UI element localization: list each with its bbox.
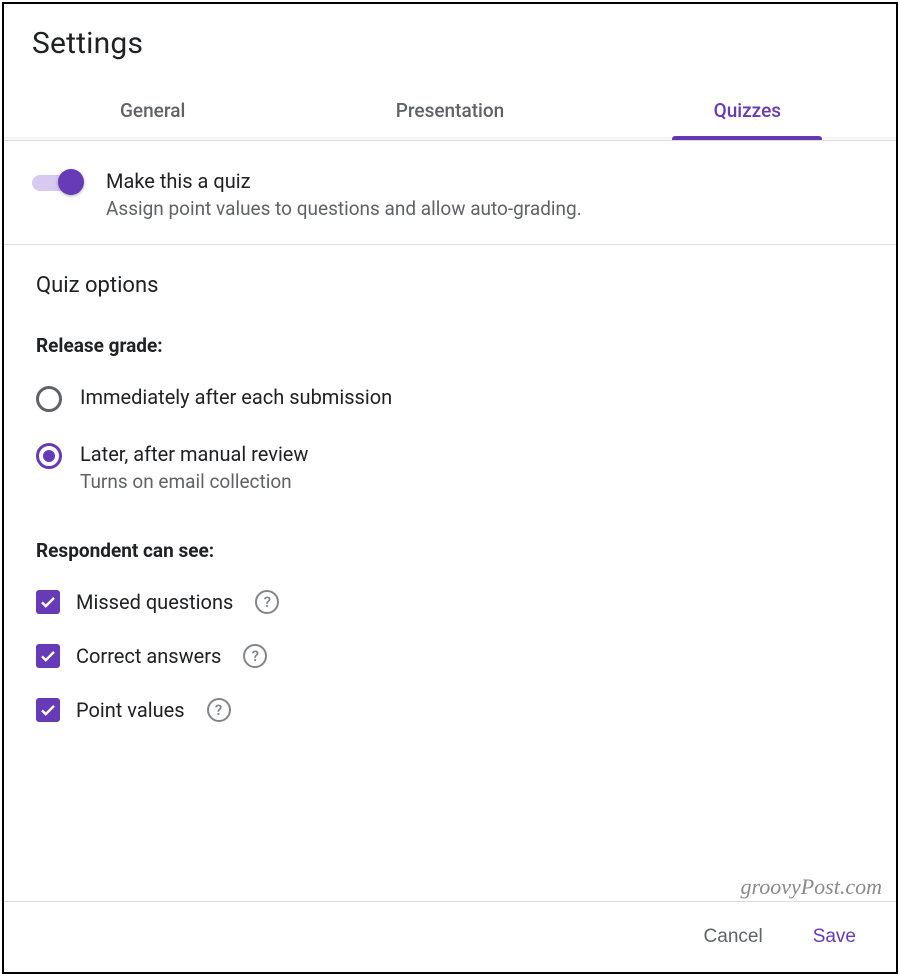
toggle-subtitle: Assign point values to questions and all… [106,197,582,220]
content-area: Make this a quiz Assign point values to … [4,141,896,901]
quiz-options-section: Quiz options Release grade: Immediately … [4,245,896,762]
checkmark-icon [39,701,57,719]
tab-general[interactable]: General [4,79,301,140]
watermark: groovyPost.com [740,874,882,900]
radio-text: Later, after manual review Turns on emai… [80,442,308,493]
toggle-title: Make this a quiz [106,169,582,193]
respondent-can-see-group: Respondent can see: Missed questions ? C… [36,539,864,722]
quiz-options-title: Quiz options [36,273,864,298]
checkbox-point-values[interactable] [36,698,60,722]
checkbox-row-points: Point values ? [36,698,864,722]
checkbox-label[interactable]: Point values [76,698,185,722]
help-icon[interactable]: ? [243,644,267,668]
checkbox-missed-questions[interactable] [36,590,60,614]
help-icon[interactable]: ? [207,698,231,722]
tab-presentation[interactable]: Presentation [301,79,598,140]
toggle-text: Make this a quiz Assign point values to … [106,169,582,220]
cancel-button[interactable]: Cancel [694,920,773,954]
radio-later-manual[interactable]: Later, after manual review Turns on emai… [36,442,864,493]
radio-label: Later, after manual review [80,442,308,466]
respondent-can-see-label: Respondent can see: [36,539,864,562]
checkmark-icon [39,593,57,611]
radio-immediately[interactable]: Immediately after each submission [36,385,864,412]
toggle-thumb [58,169,84,195]
checkbox-row-correct: Correct answers ? [36,644,864,668]
checkbox-row-missed: Missed questions ? [36,590,864,614]
tab-quizzes[interactable]: Quizzes [599,79,896,140]
help-icon[interactable]: ? [255,590,279,614]
make-quiz-toggle[interactable] [32,173,86,193]
quiz-toggle-section: Make this a quiz Assign point values to … [4,141,896,245]
save-button[interactable]: Save [803,920,866,954]
radio-icon [36,443,62,469]
checkbox-label[interactable]: Missed questions [76,590,233,614]
radio-icon [36,386,62,412]
checkbox-correct-answers[interactable] [36,644,60,668]
radio-label: Immediately after each submission [80,385,392,409]
dialog-header: Settings [4,4,896,79]
tabs-bar: General Presentation Quizzes [4,79,896,141]
checkmark-icon [39,647,57,665]
dialog-footer: Cancel Save [4,901,896,972]
page-title: Settings [32,26,868,61]
radio-hint: Turns on email collection [80,470,308,493]
settings-dialog: Settings General Presentation Quizzes Ma… [2,2,898,974]
radio-text: Immediately after each submission [80,385,392,409]
checkbox-label[interactable]: Correct answers [76,644,221,668]
release-grade-label: Release grade: [36,334,864,357]
